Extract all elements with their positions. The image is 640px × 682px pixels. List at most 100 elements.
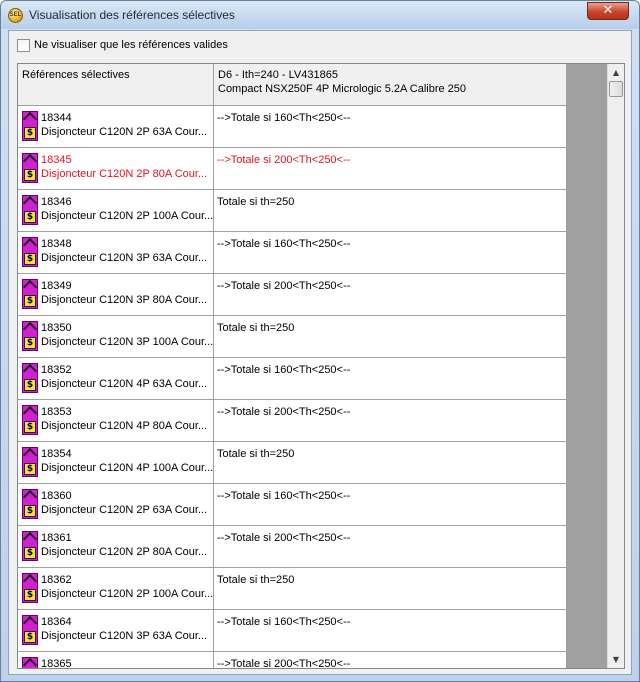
breaker-symbol-icon xyxy=(22,111,38,127)
selectivity-value-cell[interactable]: -->Totale si 200<Th<250<-- xyxy=(214,526,567,568)
scroll-thumb[interactable] xyxy=(609,81,623,97)
reference-code: 18353 xyxy=(41,406,72,418)
selectivity-value-cell[interactable]: Totale si th=250 xyxy=(214,316,567,358)
table-row[interactable]: $18364 Disjoncteur C120N 3P 63A Cour... --… xyxy=(18,610,567,652)
selectivity-value-cell[interactable]: -->Totale si 200<Th<250<-- xyxy=(214,274,567,316)
table-row[interactable]: $18365-->Totale si 200<Th<250<-- xyxy=(18,652,567,668)
breaker-symbol-icon xyxy=(22,531,38,547)
breaker-symbol-icon xyxy=(22,573,38,589)
dollar-badge-icon: $ xyxy=(24,295,36,307)
app-icon: SEL xyxy=(8,8,23,23)
reference-description: Disjoncteur C120N 4P 63A Cour... xyxy=(41,378,208,390)
breaker-reference-icon: $ xyxy=(22,279,38,309)
breaker-symbol-icon xyxy=(22,405,38,421)
reference-code: 18345 xyxy=(41,154,72,166)
table-row[interactable]: $18360 Disjoncteur C120N 2P 63A Cour... --… xyxy=(18,484,567,526)
selectivity-value-cell[interactable]: -->Totale si 160<Th<250<-- xyxy=(214,610,567,652)
selectivity-value-cell[interactable]: Totale si th=250 xyxy=(214,442,567,484)
reference-code: 18350 xyxy=(41,322,72,334)
reference-code: 18364 xyxy=(41,616,72,628)
dollar-badge-icon: $ xyxy=(24,631,36,643)
selectivity-value-cell[interactable]: Totale si th=250 xyxy=(214,190,567,232)
selectivity-value-cell[interactable]: -->Totale si 200<Th<250<-- xyxy=(214,148,567,190)
table-row[interactable]: $18345 Disjoncteur C120N 2P 80A Cour... --… xyxy=(18,148,567,190)
table-row[interactable]: $18354 Disjoncteur C120N 4P 100A Cour... T… xyxy=(18,442,567,484)
reference-cell[interactable]: $18362 Disjoncteur C120N 2P 100A Cour... xyxy=(18,568,214,610)
breaker-reference-icon: $ xyxy=(22,405,38,435)
reference-description: Disjoncteur C120N 2P 63A Cour... xyxy=(41,126,208,138)
reference-cell[interactable]: $18364 Disjoncteur C120N 3P 63A Cour... xyxy=(18,610,214,652)
scroll-down-arrow-icon[interactable]: ▼ xyxy=(608,651,624,668)
table-row[interactable]: $18346 Disjoncteur C120N 2P 100A Cour... T… xyxy=(18,190,567,232)
reference-cell[interactable]: $18365 xyxy=(18,652,214,668)
title-bar[interactable]: SEL Visualisation des références sélecti… xyxy=(1,1,639,29)
reference-cell[interactable]: $18348 Disjoncteur C120N 3P 63A Cour... xyxy=(18,232,214,274)
close-button[interactable]: ✕ xyxy=(587,2,629,20)
table-row[interactable]: $18353 Disjoncteur C120N 4P 80A Cour... --… xyxy=(18,400,567,442)
reference-cell[interactable]: $18361 Disjoncteur C120N 2P 80A Cour... xyxy=(18,526,214,568)
breaker-symbol-icon xyxy=(22,363,38,379)
reference-cell[interactable]: $18345 Disjoncteur C120N 2P 80A Cour... xyxy=(18,148,214,190)
reference-cell[interactable]: $18350 Disjoncteur C120N 3P 100A Cour... xyxy=(18,316,214,358)
reference-cell[interactable]: $18360 Disjoncteur C120N 2P 63A Cour... xyxy=(18,484,214,526)
grid-body: Références sélectives D6 - Ith=240 - LV4… xyxy=(18,64,607,668)
reference-description: Disjoncteur C120N 3P 63A Cour... xyxy=(41,252,208,264)
breaker-symbol-icon xyxy=(22,237,38,253)
dialog-window: SEL Visualisation des références sélecti… xyxy=(0,0,640,682)
vertical-scrollbar[interactable]: ▲ ▼ xyxy=(607,64,624,668)
dollar-badge-icon: $ xyxy=(24,253,36,265)
breaker-reference-icon: $ xyxy=(22,615,38,645)
reference-code: 18348 xyxy=(41,238,72,250)
reference-code: 18365 xyxy=(41,658,72,668)
dialog-content: Ne visualiser que les références valides… xyxy=(8,30,632,675)
table-row[interactable]: $18361 Disjoncteur C120N 2P 80A Cour... --… xyxy=(18,526,567,568)
table-row[interactable]: $18362 Disjoncteur C120N 2P 100A Cour... T… xyxy=(18,568,567,610)
selectivity-value-cell[interactable]: -->Totale si 160<Th<250<-- xyxy=(214,484,567,526)
breaker-symbol-icon xyxy=(22,447,38,463)
selectivity-value-cell[interactable]: -->Totale si 200<Th<250<-- xyxy=(214,400,567,442)
reference-code: 18349 xyxy=(41,280,72,292)
valid-only-label[interactable]: Ne visualiser que les références valides xyxy=(34,39,228,51)
reference-code: 18352 xyxy=(41,364,72,376)
reference-description: Disjoncteur C120N 2P 100A Cour... xyxy=(41,210,214,222)
breaker-reference-icon: $ xyxy=(22,363,38,393)
reference-cell[interactable]: $18352 Disjoncteur C120N 4P 63A Cour... xyxy=(18,358,214,400)
breaker-reference-icon: $ xyxy=(22,321,38,351)
table-row[interactable]: $18350 Disjoncteur C120N 3P 100A Cour... T… xyxy=(18,316,567,358)
table-row[interactable]: $18352 Disjoncteur C120N 4P 63A Cour... --… xyxy=(18,358,567,400)
reference-cell[interactable]: $18349 Disjoncteur C120N 3P 80A Cour... xyxy=(18,274,214,316)
breaker-symbol-icon xyxy=(22,321,38,337)
reference-cell[interactable]: $18346 Disjoncteur C120N 2P 100A Cour... xyxy=(18,190,214,232)
reference-description: Disjoncteur C120N 4P 80A Cour... xyxy=(41,420,208,432)
reference-cell[interactable]: $18354 Disjoncteur C120N 4P 100A Cour... xyxy=(18,442,214,484)
breaker-reference-icon: $ xyxy=(22,447,38,477)
breaker-reference-icon: $ xyxy=(22,111,38,141)
dollar-badge-icon: $ xyxy=(24,589,36,601)
column-header-device[interactable]: D6 - Ith=240 - LV431865 Compact NSX250F … xyxy=(214,64,567,106)
selectivity-value-cell[interactable]: Totale si th=250 xyxy=(214,568,567,610)
table-row[interactable]: $18349 Disjoncteur C120N 3P 80A Cour... --… xyxy=(18,274,567,316)
selectivity-value-cell[interactable]: -->Totale si 160<Th<250<-- xyxy=(214,106,567,148)
dollar-badge-icon: $ xyxy=(24,337,36,349)
table-row[interactable]: $18348 Disjoncteur C120N 3P 63A Cour... --… xyxy=(18,232,567,274)
reference-description: Disjoncteur C120N 2P 80A Cour... xyxy=(41,546,208,558)
selectivity-grid: Références sélectives D6 - Ith=240 - LV4… xyxy=(17,63,625,669)
dollar-badge-icon: $ xyxy=(24,127,36,139)
column-header-device-line1: D6 - Ith=240 - LV431865 xyxy=(218,69,338,81)
reference-description: Disjoncteur C120N 3P 80A Cour... xyxy=(41,294,208,306)
selectivity-value-cell[interactable]: -->Totale si 200<Th<250<-- xyxy=(214,652,567,668)
dollar-badge-icon: $ xyxy=(24,505,36,517)
reference-description: Disjoncteur C120N 3P 100A Cour... xyxy=(41,336,214,348)
reference-cell[interactable]: $18344 Disjoncteur C120N 2P 63A Cour... xyxy=(18,106,214,148)
reference-description: Disjoncteur C120N 3P 63A Cour... xyxy=(41,630,208,642)
breaker-reference-icon: $ xyxy=(22,195,38,225)
dollar-badge-icon: $ xyxy=(24,463,36,475)
scroll-up-arrow-icon[interactable]: ▲ xyxy=(608,64,624,81)
breaker-symbol-icon xyxy=(22,279,38,295)
selectivity-value-cell[interactable]: -->Totale si 160<Th<250<-- xyxy=(214,232,567,274)
table-row[interactable]: $18344 Disjoncteur C120N 2P 63A Cour... --… xyxy=(18,106,567,148)
reference-cell[interactable]: $18353 Disjoncteur C120N 4P 80A Cour... xyxy=(18,400,214,442)
valid-only-checkbox[interactable] xyxy=(17,39,30,52)
column-header-references[interactable]: Références sélectives xyxy=(18,64,214,106)
selectivity-value-cell[interactable]: -->Totale si 160<Th<250<-- xyxy=(214,358,567,400)
